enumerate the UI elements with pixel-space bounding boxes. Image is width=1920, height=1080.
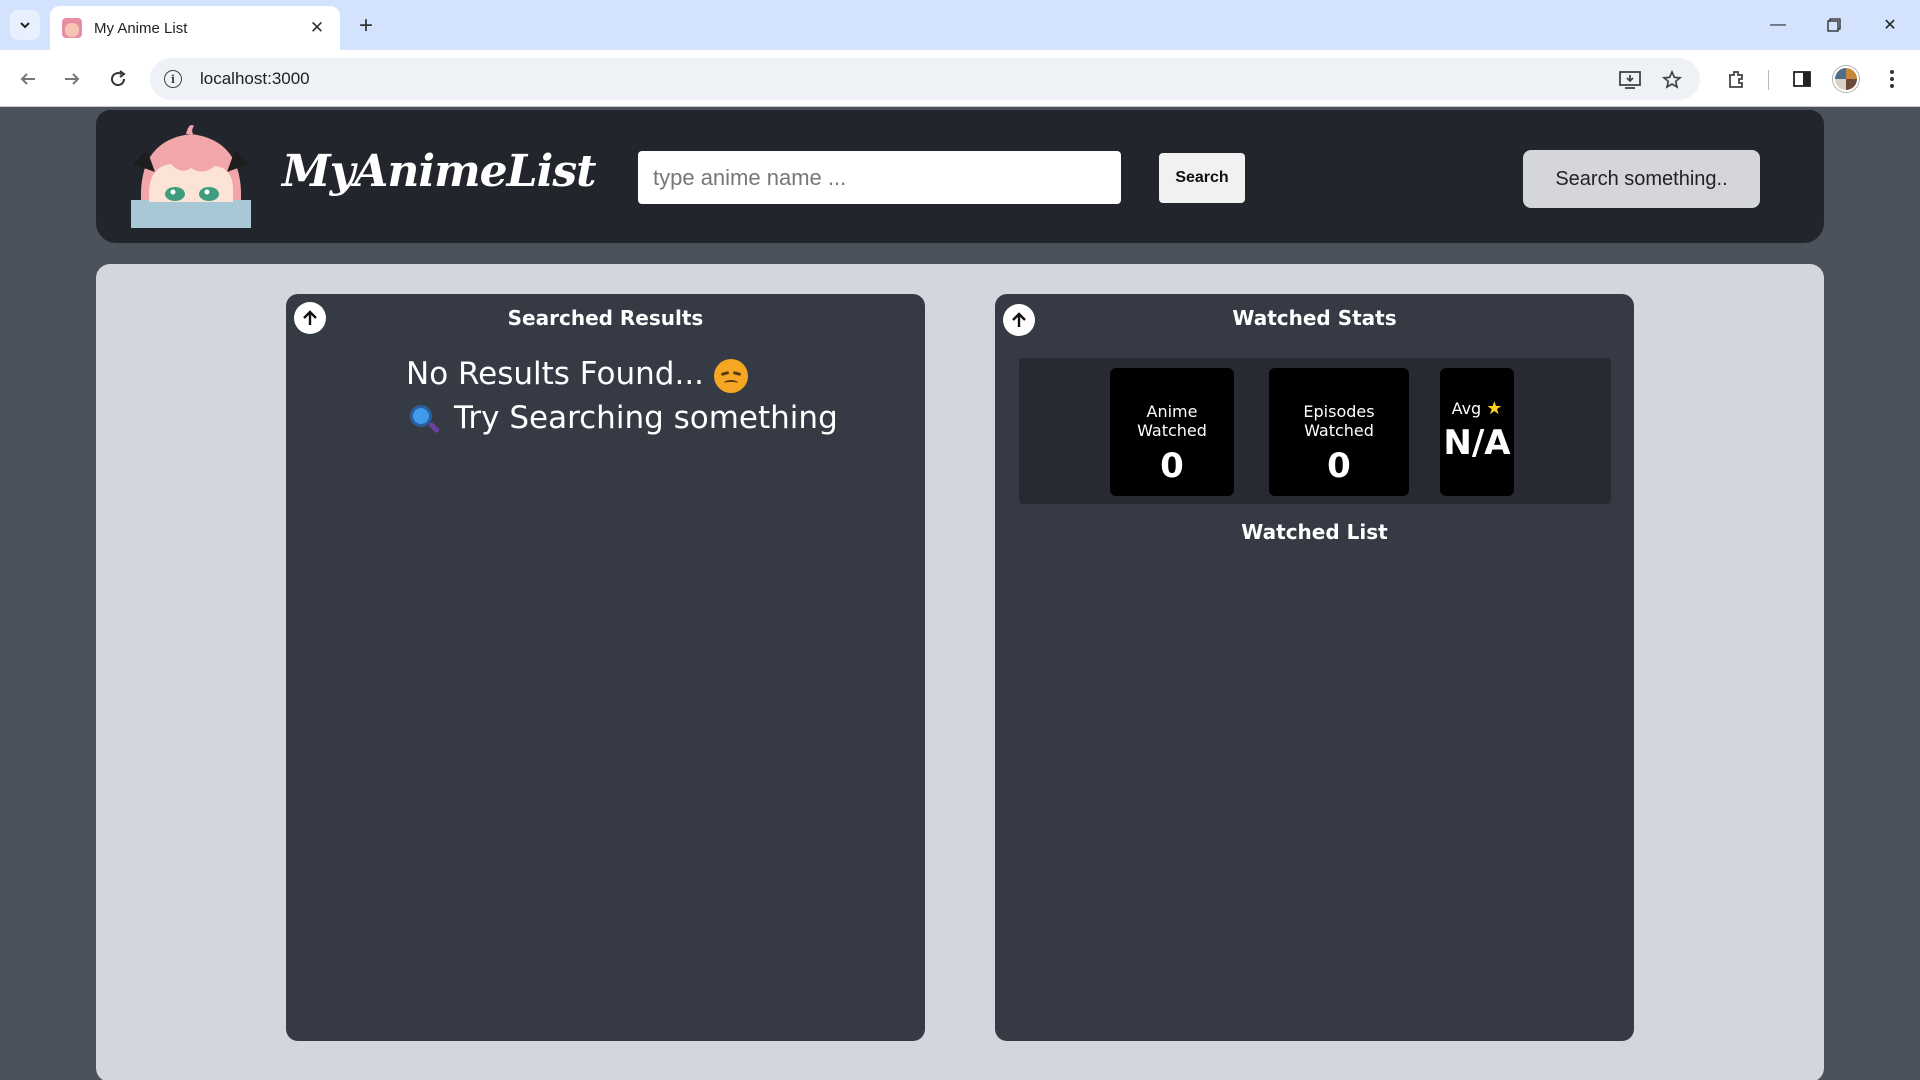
browser-tab[interactable]: My Anime List ✕ <box>50 6 340 50</box>
window-close-icon[interactable]: ✕ <box>1870 10 1910 40</box>
stat-card-episodes-watched: Episodes Watched 0 <box>1269 368 1409 496</box>
stat-card-anime-watched: Anime Watched 0 <box>1110 368 1234 496</box>
stat-label-row: Avg ★ <box>1440 398 1514 419</box>
try-search-text: Try Searching something <box>454 400 838 436</box>
stat-label: Avg <box>1451 399 1482 418</box>
minimize-icon[interactable]: — <box>1758 10 1798 40</box>
chevron-down-icon <box>20 22 30 29</box>
new-tab-button[interactable]: + <box>352 12 380 40</box>
menu-icon[interactable] <box>1876 63 1908 95</box>
forward-icon[interactable] <box>56 63 88 95</box>
app-logo-text: MyAnimeList <box>282 146 596 197</box>
back-icon[interactable] <box>12 63 44 95</box>
url-text: localhost:3000 <box>200 69 310 88</box>
install-app-icon[interactable] <box>1614 64 1646 96</box>
magnifier-icon <box>406 403 441 437</box>
no-results-line: No Results Found... <box>406 352 838 396</box>
watched-stats-panel: Watched Stats Anime Watched 0 Episodes W… <box>995 294 1634 1041</box>
tab-search-button[interactable] <box>10 10 40 40</box>
page: MyAnimeList Search Search something.. Se… <box>0 108 1920 1080</box>
tab-title: My Anime List <box>94 19 188 37</box>
browser-tabstrip: My Anime List ✕ + — ✕ <box>0 0 1920 50</box>
stat-label: Episodes Watched <box>1303 402 1375 440</box>
sad-face-icon <box>714 358 749 393</box>
address-bar[interactable]: i localhost:3000 <box>150 58 1700 100</box>
search-button[interactable]: Search <box>1159 153 1245 203</box>
close-icon[interactable]: ✕ <box>306 17 328 39</box>
browser-toolbar: i localhost:3000 <box>0 50 1920 107</box>
bookmark-star-icon[interactable] <box>1656 64 1688 96</box>
searched-results-title: Searched Results <box>507 306 704 330</box>
mascot-logo <box>131 125 251 228</box>
searched-results-panel: Searched Results No Results Found... Try… <box>286 294 925 1041</box>
site-info-icon[interactable]: i <box>164 70 182 88</box>
watched-stats-title: Watched Stats <box>1232 306 1397 330</box>
restore-icon[interactable] <box>1814 10 1854 40</box>
watched-list-title: Watched List <box>1241 520 1388 544</box>
side-panel-icon[interactable] <box>1786 63 1818 95</box>
search-status-pill[interactable]: Search something.. <box>1523 150 1760 208</box>
stat-value: 0 <box>1327 446 1351 486</box>
content-area: Searched Results No Results Found... Try… <box>96 264 1824 1080</box>
stats-summary: Anime Watched 0 Episodes Watched 0 Avg ★… <box>1019 358 1611 504</box>
try-search-line: Try Searching something <box>406 396 838 440</box>
no-results-text: No Results Found... <box>406 356 705 392</box>
favicon-icon <box>62 18 82 38</box>
stat-value: 0 <box>1160 446 1184 486</box>
reload-icon[interactable] <box>102 63 134 95</box>
stat-label: Anime Watched <box>1137 402 1207 440</box>
star-icon: ★ <box>1486 398 1503 419</box>
anime-search-input[interactable] <box>638 151 1121 204</box>
stat-value: N/A <box>1443 423 1511 463</box>
extensions-icon[interactable] <box>1720 63 1752 95</box>
toolbar-divider <box>1768 70 1769 90</box>
profile-avatar[interactable] <box>1830 63 1862 95</box>
no-results-message: No Results Found... Try Searching someth… <box>406 352 838 440</box>
stat-card-avg-score: Avg ★ N/A <box>1440 368 1514 496</box>
app-header: MyAnimeList Search Search something.. <box>96 110 1824 243</box>
